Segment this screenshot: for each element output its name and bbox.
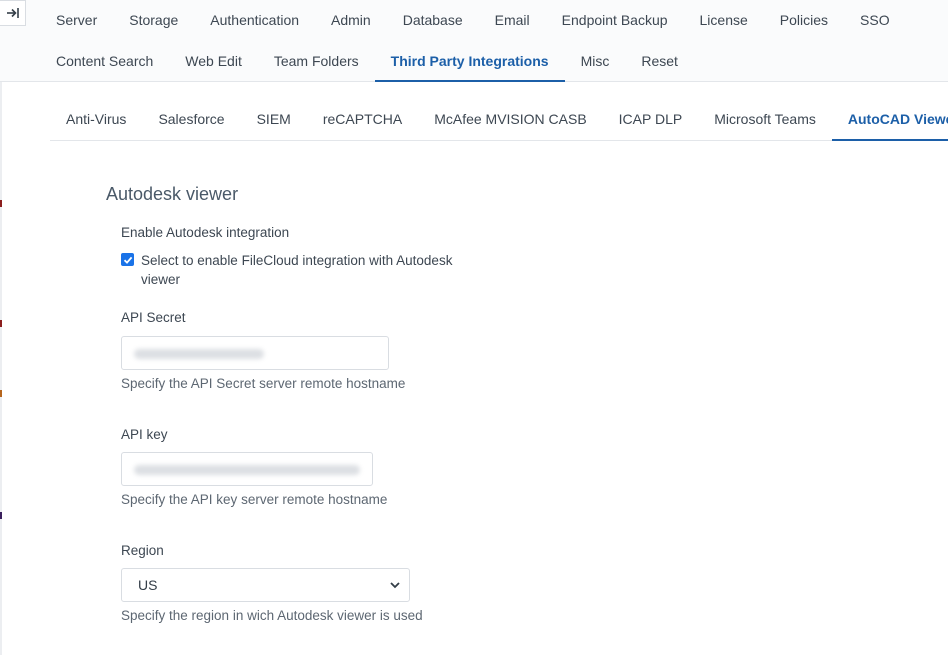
api-key-help: Specify the API key server remote hostna… — [121, 492, 388, 507]
top-nav-row-1: Server Storage Authentication Admin Data… — [40, 0, 906, 40]
subtab-siem[interactable]: SIEM — [241, 99, 307, 140]
tab-web-edit[interactable]: Web Edit — [169, 41, 258, 81]
enable-autodesk-label: Enable Autodesk integration — [121, 225, 290, 240]
expand-panel-icon — [6, 8, 19, 18]
subtab-icap-dlp[interactable]: ICAP DLP — [603, 99, 699, 140]
tab-content-search[interactable]: Content Search — [40, 41, 169, 81]
edge-marker — [0, 390, 2, 397]
tab-email[interactable]: Email — [479, 0, 546, 40]
subtab-microsoft-teams[interactable]: Microsoft Teams — [698, 99, 832, 140]
expand-sidebar-button[interactable] — [0, 0, 26, 26]
enable-autodesk-row: Select to enable FileCloud integration w… — [121, 251, 461, 289]
tab-misc[interactable]: Misc — [565, 41, 626, 81]
subtab-anti-virus[interactable]: Anti-Virus — [50, 99, 142, 140]
edge-marker — [0, 320, 2, 327]
edge-marker — [0, 512, 2, 519]
tab-policies[interactable]: Policies — [764, 0, 844, 40]
tab-license[interactable]: License — [684, 0, 764, 40]
tab-third-party-integrations[interactable]: Third Party Integrations — [374, 41, 565, 82]
top-navigation: Server Storage Authentication Admin Data… — [0, 0, 948, 82]
tab-endpoint-backup[interactable]: Endpoint Backup — [546, 0, 684, 40]
api-key-input[interactable] — [121, 452, 373, 486]
subtab-salesforce[interactable]: Salesforce — [142, 99, 240, 140]
region-label: Region — [121, 543, 164, 558]
tab-team-folders[interactable]: Team Folders — [258, 41, 375, 81]
tab-reset[interactable]: Reset — [625, 41, 694, 81]
tab-database[interactable]: Database — [387, 0, 479, 40]
tab-storage[interactable]: Storage — [113, 0, 194, 40]
api-key-label: API key — [121, 427, 168, 442]
api-secret-input[interactable] — [121, 336, 389, 370]
api-secret-label: API Secret — [121, 310, 186, 325]
edge-marker — [0, 200, 2, 207]
enable-autodesk-description: Select to enable FileCloud integration w… — [141, 253, 453, 287]
integration-subtabs: Anti-Virus Salesforce SIEM reCAPTCHA McA… — [50, 99, 948, 141]
top-nav-row-2: Content Search Web Edit Team Folders Thi… — [40, 41, 694, 82]
tab-server[interactable]: Server — [40, 0, 113, 40]
checkmark-icon — [123, 256, 132, 264]
tab-sso[interactable]: SSO — [844, 0, 906, 40]
section-title: Autodesk viewer — [106, 184, 239, 204]
masked-value — [134, 349, 264, 359]
subtab-mcafee-mvision-casb[interactable]: McAfee MVISION CASB — [418, 99, 602, 140]
enable-autodesk-checkbox[interactable] — [121, 253, 134, 266]
subtab-recaptcha[interactable]: reCAPTCHA — [307, 99, 418, 140]
subtab-autocad-viewer[interactable]: AutoCAD Viewer — [831, 99, 948, 141]
tab-authentication[interactable]: Authentication — [194, 0, 315, 40]
left-edge-strip — [0, 0, 2, 655]
api-secret-help: Specify the API Secret server remote hos… — [121, 376, 406, 391]
region-select[interactable]: US — [121, 568, 410, 602]
region-selected-value: US — [138, 577, 158, 593]
tab-admin[interactable]: Admin — [315, 0, 387, 40]
chevron-down-icon — [390, 582, 400, 589]
region-help: Specify the region in wich Autodesk view… — [121, 608, 423, 623]
masked-value — [134, 465, 360, 475]
